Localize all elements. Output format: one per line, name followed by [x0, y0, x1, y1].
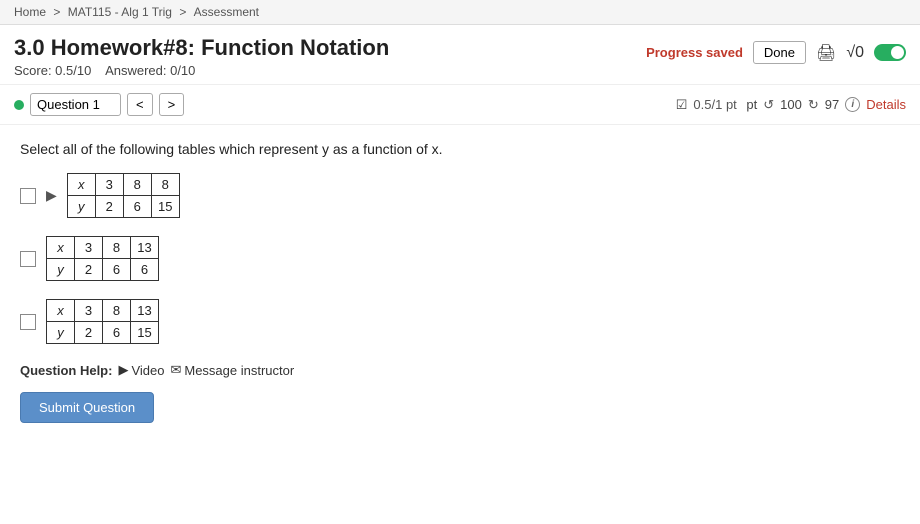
print-icon[interactable]: 🖨	[816, 43, 836, 63]
x-label-3: x	[47, 300, 75, 322]
tries-count: 100	[780, 97, 802, 112]
score-info: Score: 0.5/10 Answered: 0/10	[14, 63, 389, 78]
y1-val3: 15	[151, 196, 179, 218]
submit-button[interactable]: Submit Question	[20, 392, 154, 423]
question-nav-left: Question 1 < >	[14, 93, 184, 116]
table-1: x 3 8 8 y 2 6 15	[67, 173, 180, 218]
refresh-icon: ↻	[808, 97, 819, 113]
prev-question-button[interactable]: <	[127, 93, 153, 116]
tries-icon: ↺	[763, 97, 774, 113]
pt-label: pt	[743, 97, 757, 112]
message-instructor-link[interactable]: ✉ Message instructor	[170, 362, 294, 378]
question-text: Select all of the following tables which…	[20, 141, 900, 157]
checkbox-1[interactable]	[20, 188, 36, 204]
x-label-1: x	[67, 174, 95, 196]
details-link[interactable]: Details	[866, 97, 906, 112]
toggle-switch[interactable]	[874, 44, 906, 61]
x-label-2: x	[47, 237, 75, 259]
y-label-1: y	[67, 196, 95, 218]
table-3: x 3 8 13 y 2 6 15	[46, 299, 159, 344]
y-label-2: y	[47, 259, 75, 281]
page-title: 3.0 Homework#8: Function Notation	[14, 35, 389, 61]
x1-val2: 8	[123, 174, 151, 196]
y-label-3: y	[47, 322, 75, 344]
table-option-3: x 3 8 13 y 2 6 15	[20, 299, 900, 344]
x3-val1: 3	[75, 300, 103, 322]
next-question-button[interactable]: >	[159, 93, 185, 116]
table-option-1: ▶ x 3 8 8 y 2 6 15	[20, 173, 900, 218]
answered-label: Answered: 0/10	[105, 63, 195, 78]
help-label: Question Help:	[20, 363, 112, 378]
y2-val2: 6	[103, 259, 131, 281]
table-option-2: x 3 8 13 y 2 6 6	[20, 236, 900, 281]
progress-saved-label: Progress saved	[646, 45, 743, 60]
cursor-icon-1: ▶	[46, 187, 57, 204]
header-left: 3.0 Homework#8: Function Notation Score:…	[14, 35, 389, 78]
breadcrumb: Home > MAT115 - Alg 1 Trig > Assessment	[0, 0, 920, 25]
breadcrumb-home[interactable]: Home	[14, 5, 46, 19]
question-selector[interactable]: Question 1	[30, 93, 121, 116]
y3-val2: 6	[103, 322, 131, 344]
y2-val1: 2	[75, 259, 103, 281]
score-label: Score: 0.5/10	[14, 63, 91, 78]
email-icon: ✉	[170, 362, 181, 378]
header-right: Progress saved Done 🖨 √0	[646, 41, 906, 64]
x2-val1: 3	[75, 237, 103, 259]
question-help: Question Help: ▶ Video ✉ Message instruc…	[20, 362, 900, 378]
main-content: Select all of the following tables which…	[0, 125, 920, 439]
y2-val3: 6	[131, 259, 159, 281]
x2-val2: 8	[103, 237, 131, 259]
question-status-dot	[14, 100, 24, 110]
breadcrumb-current: Assessment	[194, 5, 259, 19]
table-2: x 3 8 13 y 2 6 6	[46, 236, 159, 281]
x2-val3: 13	[131, 237, 159, 259]
y3-val1: 2	[75, 322, 103, 344]
submit-area: Submit Question	[20, 378, 900, 423]
header-area: 3.0 Homework#8: Function Notation Score:…	[0, 25, 920, 85]
message-label: Message instructor	[184, 363, 294, 378]
x1-val3: 8	[151, 174, 179, 196]
video-link[interactable]: ▶ Video	[118, 362, 164, 378]
breadcrumb-course[interactable]: MAT115 - Alg 1 Trig	[68, 5, 172, 19]
x3-val2: 8	[103, 300, 131, 322]
checkbox-icon: ☑	[676, 97, 688, 113]
question-nav: Question 1 < > ☑ 0.5/1 pt pt ↺ 100 ↻ 97 …	[0, 85, 920, 125]
points-display: 0.5/1 pt	[693, 97, 736, 112]
checkbox-3[interactable]	[20, 314, 36, 330]
checkbox-2[interactable]	[20, 251, 36, 267]
refresh-count: 97	[825, 97, 839, 112]
video-icon: ▶	[118, 362, 128, 378]
y1-val2: 6	[123, 196, 151, 218]
y1-val1: 2	[95, 196, 123, 218]
y3-val3: 15	[131, 322, 159, 344]
question-nav-right: ☑ 0.5/1 pt pt ↺ 100 ↻ 97 i Details	[676, 97, 906, 113]
done-button[interactable]: Done	[753, 41, 806, 64]
video-label: Video	[131, 363, 164, 378]
info-icon[interactable]: i	[845, 97, 860, 112]
x3-val3: 13	[131, 300, 159, 322]
x1-val1: 3	[95, 174, 123, 196]
sqrt-icon: √0	[846, 44, 864, 62]
